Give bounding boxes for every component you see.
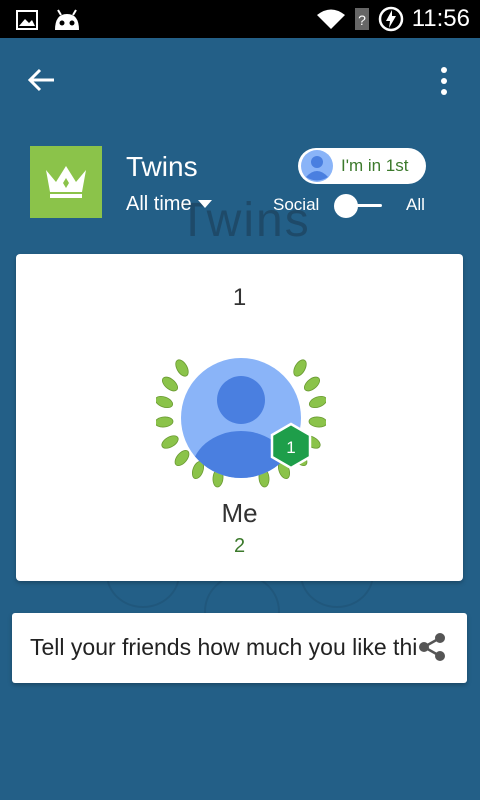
player-avatar: 1 [156, 358, 326, 488]
arrow-left-icon[interactable] [24, 62, 60, 98]
game-title: Twins [126, 151, 198, 182]
caret-down-icon [197, 200, 212, 208]
share-icon[interactable] [416, 631, 448, 663]
level-badge: 1 [270, 422, 312, 470]
more-vert-icon[interactable] [430, 64, 458, 98]
game-icon [30, 146, 102, 218]
social-all-switch[interactable] [334, 194, 384, 218]
time-filter-dropdown[interactable]: All time [126, 192, 212, 216]
player-name: Me [221, 498, 258, 528]
toggle-label-all: All [406, 195, 425, 214]
svg-text:?: ? [358, 12, 366, 28]
avatar-icon [301, 150, 333, 182]
wifi-icon [316, 9, 345, 29]
svg-text:1: 1 [286, 438, 295, 457]
crown-icon [46, 166, 86, 198]
signal-unknown-icon: ? [354, 8, 369, 30]
clock: 11:56 [411, 5, 470, 32]
status-bar: ? 11:56 [0, 0, 480, 38]
share-banner[interactable]: Tell your friends how much you like this [12, 613, 467, 683]
share-text: Tell your friends how much you like this [30, 634, 429, 660]
leaderboard-card[interactable]: 1 1 Me 2 [16, 254, 463, 581]
player-score: 2 [233, 535, 246, 557]
player-rank: 1 [232, 284, 247, 311]
time-filter-label: All time [126, 193, 192, 215]
charging-icon [378, 6, 403, 32]
android-icon [55, 9, 79, 30]
switch-thumb [334, 194, 358, 218]
rank-pill-label: I'm in 1st [341, 156, 409, 175]
rank-pill[interactable]: I'm in 1st [298, 148, 426, 184]
image-icon [16, 10, 38, 30]
toggle-label-social: Social [273, 195, 320, 214]
